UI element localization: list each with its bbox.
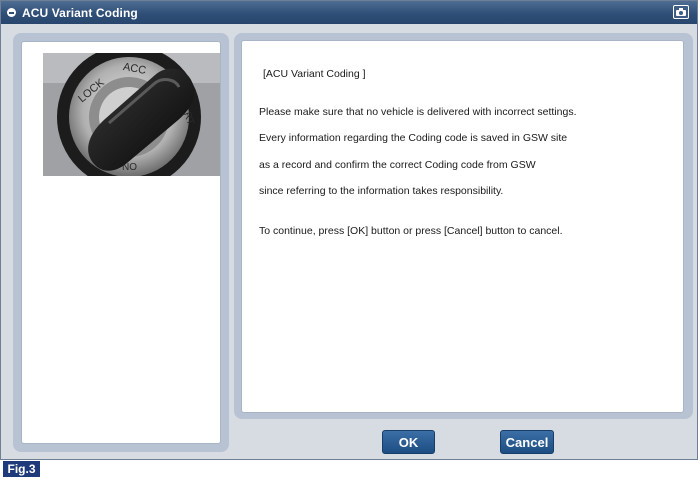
message-panel-inner: [ACU Variant Coding ] Please make sure t…	[241, 40, 684, 413]
message-line-4: since referring to the information takes…	[259, 185, 504, 197]
image-panel: LOCK ACC START ON	[13, 33, 229, 452]
window-title: ACU Variant Coding	[22, 5, 138, 20]
app-icon	[7, 8, 16, 17]
camera-icon[interactable]	[673, 5, 689, 19]
message-line-5: To continue, press [OK] button or press …	[259, 225, 563, 237]
figure-label: Fig.3	[3, 461, 40, 477]
message-line-1: Please make sure that no vehicle is deli…	[259, 106, 577, 118]
image-panel-inner: LOCK ACC START ON	[21, 41, 221, 444]
ignition-key-image: LOCK ACC START ON	[43, 53, 220, 176]
message-line-3: as a record and confirm the correct Codi…	[259, 159, 536, 171]
message-heading: [ACU Variant Coding ]	[263, 68, 366, 80]
message-panel: [ACU Variant Coding ] Please make sure t…	[234, 33, 693, 419]
title-bar: ACU Variant Coding	[1, 1, 697, 24]
cancel-button[interactable]: Cancel	[500, 430, 554, 454]
message-line-2: Every information regarding the Coding c…	[259, 132, 568, 144]
ok-button[interactable]: OK	[382, 430, 435, 454]
dialog-window: ACU Variant Coding LOCK ACC ON [ACU Vari…	[0, 0, 698, 460]
